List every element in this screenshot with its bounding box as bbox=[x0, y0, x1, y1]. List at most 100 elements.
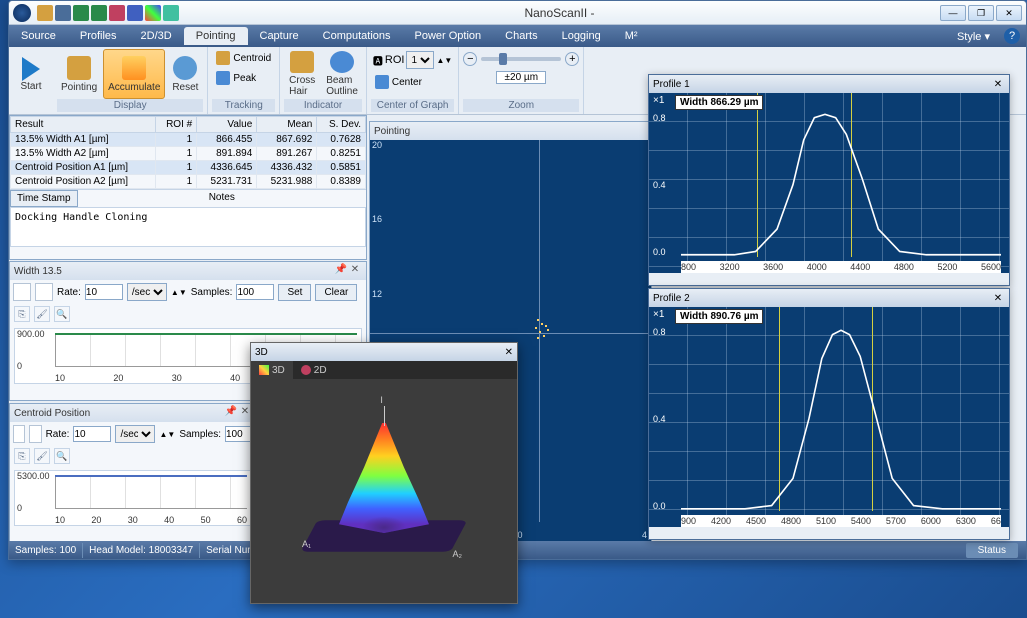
accumulate-button[interactable]: Accumulate bbox=[103, 49, 165, 99]
col-result[interactable]: Result bbox=[11, 117, 156, 133]
menu-charts[interactable]: Charts bbox=[493, 27, 549, 45]
crosshair-button[interactable]: Cross Hair bbox=[284, 49, 320, 99]
rate-input[interactable] bbox=[73, 426, 111, 442]
profile2-canvas[interactable]: ×1 Width 890.76 µm 0.80.40.0 90042004500… bbox=[649, 307, 1009, 539]
titlebar[interactable]: NanoScanII - — ❐ ✕ bbox=[9, 1, 1026, 25]
status-button[interactable]: Status bbox=[966, 543, 1018, 558]
zoom-slider[interactable] bbox=[481, 57, 561, 61]
col-mean[interactable]: Mean bbox=[257, 117, 317, 133]
rate-input[interactable] bbox=[85, 284, 123, 300]
rate-unit-select[interactable]: /sec bbox=[115, 425, 155, 443]
roi-select[interactable]: 1 bbox=[406, 51, 434, 69]
notes-textarea[interactable] bbox=[10, 207, 366, 247]
scrollbar[interactable] bbox=[649, 273, 1009, 285]
record-button[interactable] bbox=[35, 283, 53, 301]
beam-outline-button[interactable]: Beam Outline bbox=[322, 49, 362, 99]
help-icon[interactable]: ? bbox=[1004, 28, 1020, 44]
menu-m2[interactable]: M² bbox=[613, 27, 650, 45]
rate-stepper[interactable]: ▲▼ bbox=[159, 430, 175, 439]
roi-stepper[interactable]: ▲▼ bbox=[436, 56, 452, 65]
pointing-title: Pointing bbox=[374, 126, 647, 137]
centroid-icon bbox=[216, 51, 230, 65]
clear-button[interactable]: Clear bbox=[315, 284, 357, 301]
pointing-button[interactable]: Pointing bbox=[57, 49, 101, 99]
reset-icon bbox=[173, 56, 197, 80]
profile2-window[interactable]: Profile 2✕ ×1 Width 890.76 µm 0.80.40.0 … bbox=[648, 288, 1010, 540]
scrollbar[interactable] bbox=[649, 527, 1009, 539]
tab-3d[interactable]: 3D bbox=[251, 361, 293, 379]
color-icon[interactable] bbox=[145, 5, 161, 21]
samples-input[interactable] bbox=[225, 426, 253, 442]
maximize-button[interactable]: ❐ bbox=[968, 5, 994, 21]
close-icon[interactable]: ✕ bbox=[991, 293, 1005, 304]
table-row[interactable]: Centroid Position A2 [µm]15231.7315231.9… bbox=[11, 175, 366, 189]
pause-button[interactable] bbox=[13, 283, 31, 301]
style-dropdown[interactable]: Style ▾ bbox=[949, 27, 998, 46]
minimize-button[interactable]: — bbox=[940, 5, 966, 21]
samples-input[interactable] bbox=[236, 284, 274, 300]
set-button[interactable]: Set bbox=[278, 284, 311, 301]
copy-icon[interactable]: ⎘ bbox=[14, 448, 30, 464]
table-row[interactable]: 13.5% Width A1 [µm]1866.455867.6920.7628 bbox=[11, 133, 366, 147]
profile1-window[interactable]: Profile 1✕ ×1 Width 866.29 µm 0.80.40.0 … bbox=[648, 74, 1010, 286]
tab-2d[interactable]: 2D bbox=[293, 361, 335, 379]
close-icon[interactable]: ✕ bbox=[348, 264, 362, 278]
refresh-icon[interactable] bbox=[163, 5, 179, 21]
menu-source[interactable]: Source bbox=[9, 27, 68, 45]
rate-stepper[interactable]: ▲▼ bbox=[171, 288, 187, 297]
profile2-title: Profile 2 bbox=[653, 293, 991, 304]
menu-logging[interactable]: Logging bbox=[550, 27, 613, 45]
zoom-plus[interactable]: + bbox=[565, 52, 579, 66]
pin-icon[interactable]: 📌 bbox=[334, 264, 348, 278]
menu-profiles[interactable]: Profiles bbox=[68, 27, 129, 45]
center-button[interactable]: Center bbox=[371, 73, 426, 91]
grid-icon[interactable] bbox=[127, 5, 143, 21]
copy-icon[interactable]: ⎘ bbox=[14, 306, 30, 322]
menu-pointing[interactable]: Pointing bbox=[184, 27, 248, 45]
brush-icon[interactable]: 🖌 bbox=[34, 306, 50, 322]
record-button[interactable] bbox=[29, 425, 41, 443]
quick-access-toolbar bbox=[37, 5, 179, 21]
width-title: Width 13.5 bbox=[14, 266, 334, 277]
peak-button[interactable]: Peak bbox=[212, 69, 260, 87]
open-icon[interactable] bbox=[37, 5, 53, 21]
close-icon[interactable]: ✕ bbox=[991, 79, 1005, 90]
3d-plot[interactable]: I A₂ A₁ bbox=[251, 379, 517, 603]
col-sdev[interactable]: S. Dev. bbox=[317, 117, 366, 133]
reset-button[interactable]: Reset bbox=[167, 49, 203, 99]
close-button[interactable]: ✕ bbox=[996, 5, 1022, 21]
zoom-icon[interactable]: 🔍 bbox=[54, 306, 70, 322]
centroid-strip-chart[interactable]: 5300.00 0 102030405060 bbox=[14, 470, 252, 526]
col-value[interactable]: Value bbox=[197, 117, 257, 133]
rate-unit-select[interactable]: /sec bbox=[127, 283, 167, 301]
profile1-width: Width 866.29 µm bbox=[675, 95, 763, 110]
zoom-icon[interactable]: 🔍 bbox=[54, 448, 70, 464]
results-panel: Result ROI # Value Mean S. Dev. 13.5% Wi… bbox=[9, 115, 367, 260]
col-roi[interactable]: ROI # bbox=[155, 117, 197, 133]
brush-icon[interactable]: 🖌 bbox=[34, 448, 50, 464]
table-row[interactable]: 13.5% Width A2 [µm]1891.894891.2670.8251 bbox=[11, 147, 366, 161]
menu-capture[interactable]: Capture bbox=[248, 27, 311, 45]
menu-2d3d[interactable]: 2D/3D bbox=[129, 27, 184, 45]
menu-power[interactable]: Power Option bbox=[403, 27, 494, 45]
menu-computations[interactable]: Computations bbox=[311, 27, 403, 45]
window-title: NanoScanII - bbox=[179, 6, 940, 20]
pin-icon[interactable]: 📌 bbox=[224, 406, 238, 420]
table-row[interactable]: Centroid Position A1 [µm]14336.6454336.4… bbox=[11, 161, 366, 175]
start-button[interactable]: Start bbox=[13, 49, 49, 99]
close-icon[interactable]: ✕ bbox=[505, 347, 513, 358]
profile2-scale: ×1 bbox=[653, 309, 664, 320]
zoom-value[interactable] bbox=[496, 71, 546, 84]
3d-icon bbox=[259, 365, 269, 375]
profile-b-icon[interactable] bbox=[91, 5, 107, 21]
centroid-button[interactable]: Centroid bbox=[212, 49, 275, 67]
pause-button[interactable] bbox=[13, 425, 25, 443]
profile1-canvas[interactable]: ×1 Width 866.29 µm 0.80.40.0 80032003600… bbox=[649, 93, 1009, 285]
timestamp-button[interactable]: Time Stamp bbox=[10, 190, 78, 207]
3d-window[interactable]: 3D✕ 3D 2D I A₂ A₁ bbox=[250, 342, 518, 604]
record-icon[interactable] bbox=[109, 5, 125, 21]
profile-a-icon[interactable] bbox=[73, 5, 89, 21]
zoom-minus[interactable]: − bbox=[463, 52, 477, 66]
roi-prefix: 🅰 bbox=[373, 53, 383, 68]
save-icon[interactable] bbox=[55, 5, 71, 21]
